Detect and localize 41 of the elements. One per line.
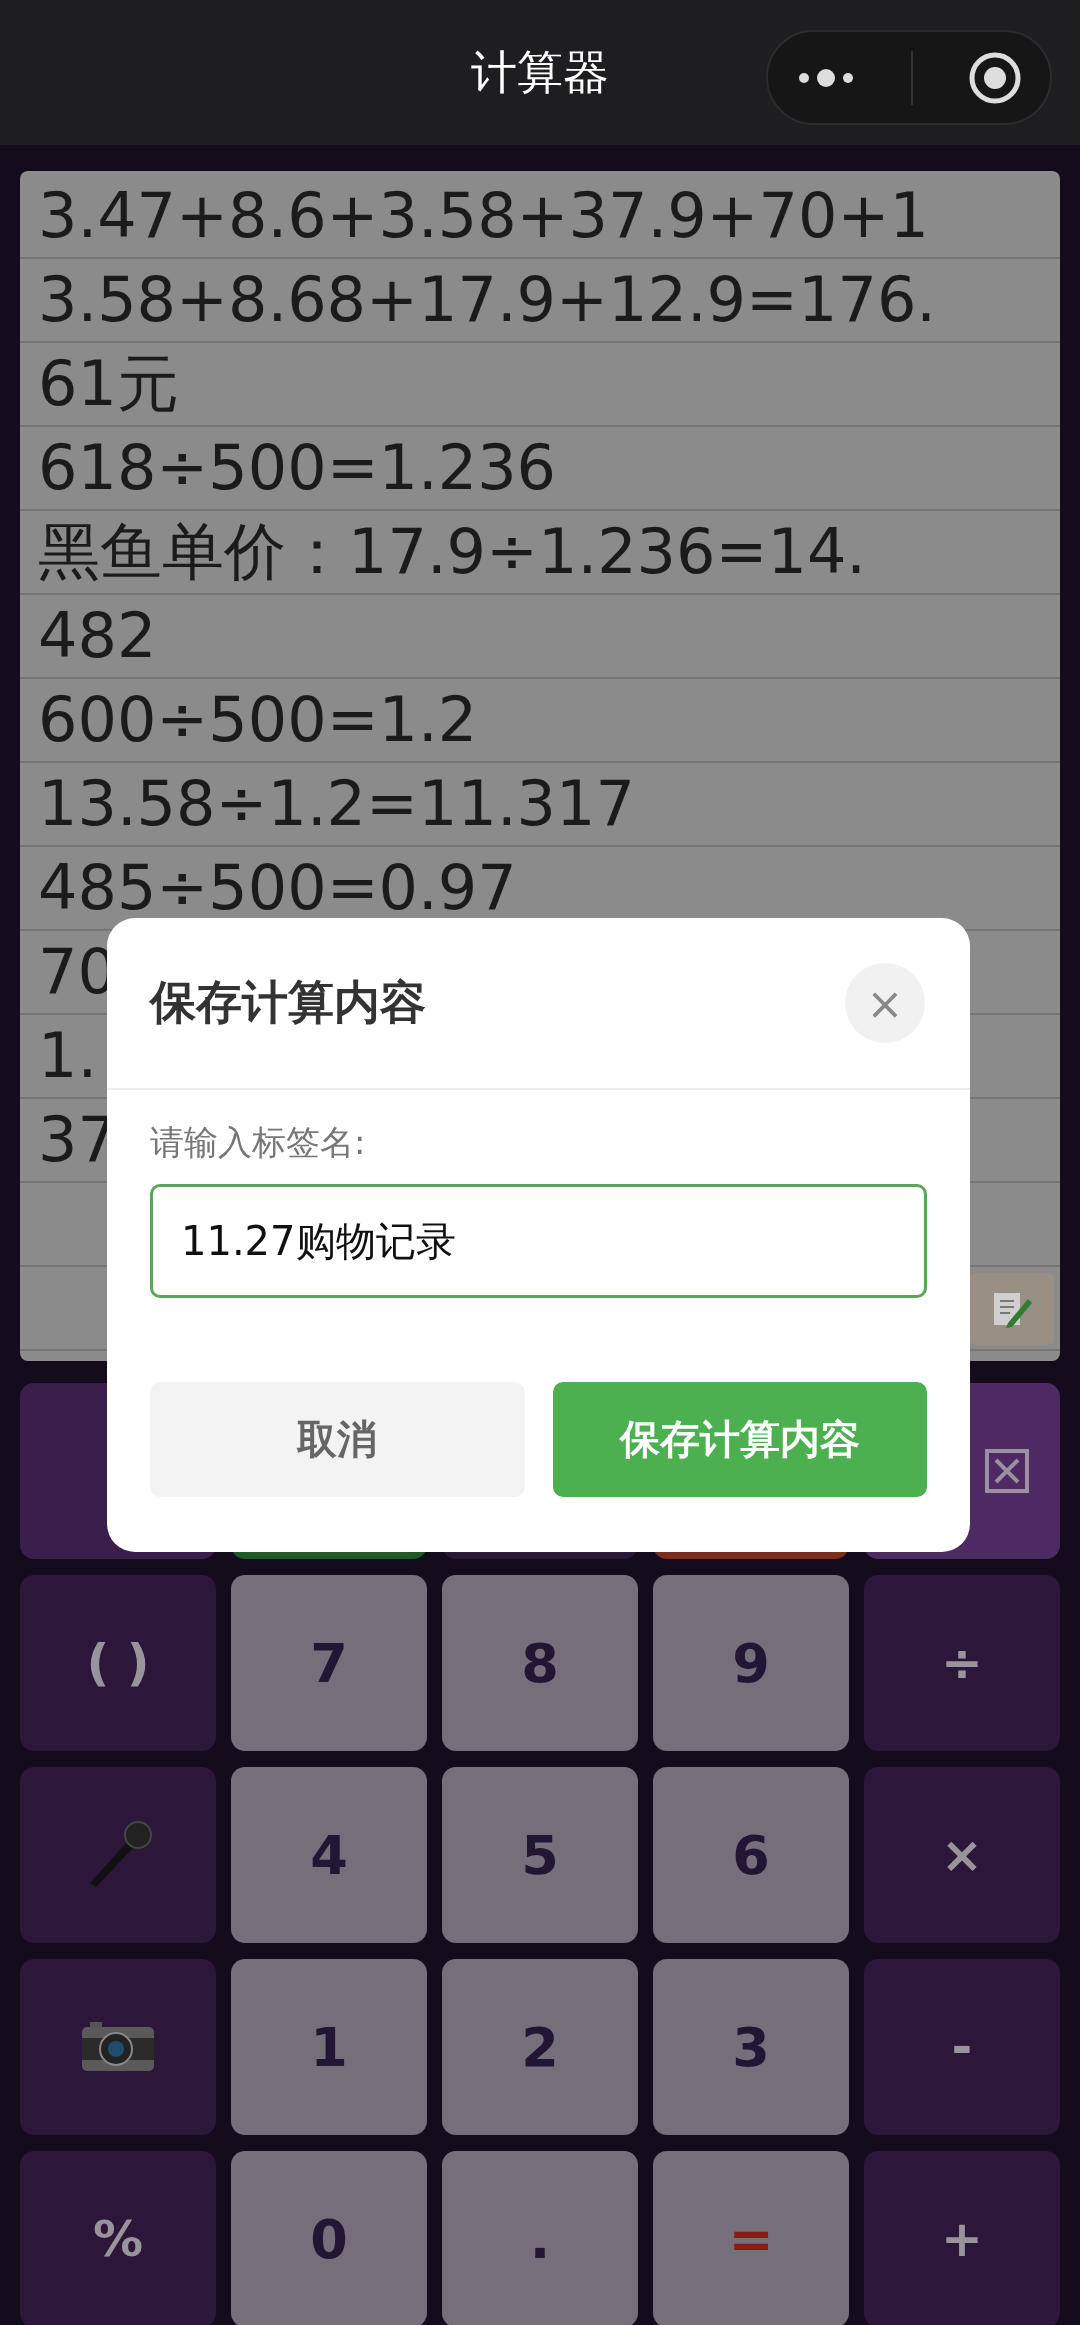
digit-key[interactable]: 5	[442, 1767, 638, 1943]
backspace-icon	[984, 1448, 1030, 1494]
operator-key[interactable]: +	[864, 2151, 1060, 2325]
digit-key[interactable]: 9	[653, 1575, 849, 1751]
field-label: 请输入标签名:	[150, 1121, 367, 1164]
operator-key[interactable]: -	[864, 1959, 1060, 2135]
camera-button[interactable]	[20, 1959, 216, 2135]
note-line: 3.47+8.6+3.58+37.9+70+1	[38, 185, 929, 247]
digit-key[interactable]: 8	[442, 1575, 638, 1751]
camera-icon	[82, 2022, 154, 2072]
operator-key[interactable]: ×	[864, 1767, 1060, 1943]
close-button[interactable]: ×	[845, 963, 925, 1043]
close-target-icon[interactable]	[968, 50, 1023, 105]
note-line: 482	[38, 605, 157, 667]
page-title: 计算器	[471, 43, 609, 101]
operator-key[interactable]: ( )	[20, 1575, 216, 1751]
digit-key[interactable]: 6	[653, 1767, 849, 1943]
digit-key[interactable]: 3	[653, 1959, 849, 2135]
note-line: 61元	[38, 353, 179, 415]
digit-key[interactable]: .	[442, 2151, 638, 2325]
note-line: 1.	[38, 1025, 98, 1087]
note-line: 37	[38, 1109, 117, 1171]
operator-key[interactable]: ÷	[864, 1575, 1060, 1751]
operator-key[interactable]: %	[20, 2151, 216, 2325]
tag-name-field[interactable]: 11.27购物记录	[150, 1184, 927, 1298]
note-line: 13.58÷1.2=11.317	[38, 773, 635, 835]
edit-button[interactable]	[970, 1273, 1054, 1345]
note-line: 3.58+8.68+17.9+12.9=176.	[38, 269, 937, 331]
digit-key[interactable]: 7	[231, 1575, 427, 1751]
note-line: 600÷500=1.2	[38, 689, 478, 751]
digit-key[interactable]: 1	[231, 1959, 427, 2135]
digit-key[interactable]: 2	[442, 1959, 638, 2135]
equals-key[interactable]: =	[653, 2151, 849, 2325]
digit-key[interactable]: 0	[231, 2151, 427, 2325]
save-button[interactable]: 保存计算内容	[552, 1382, 927, 1497]
note-line: 618÷500=1.236	[38, 437, 557, 499]
note-line: 485÷500=0.97	[38, 857, 517, 919]
dialog-title: 保存计算内容	[150, 974, 426, 1031]
digit-key[interactable]: 4	[231, 1767, 427, 1943]
cancel-button[interactable]: 取消	[150, 1382, 525, 1497]
note-line: 黑鱼单价：17.9÷1.236=14.	[38, 521, 867, 583]
